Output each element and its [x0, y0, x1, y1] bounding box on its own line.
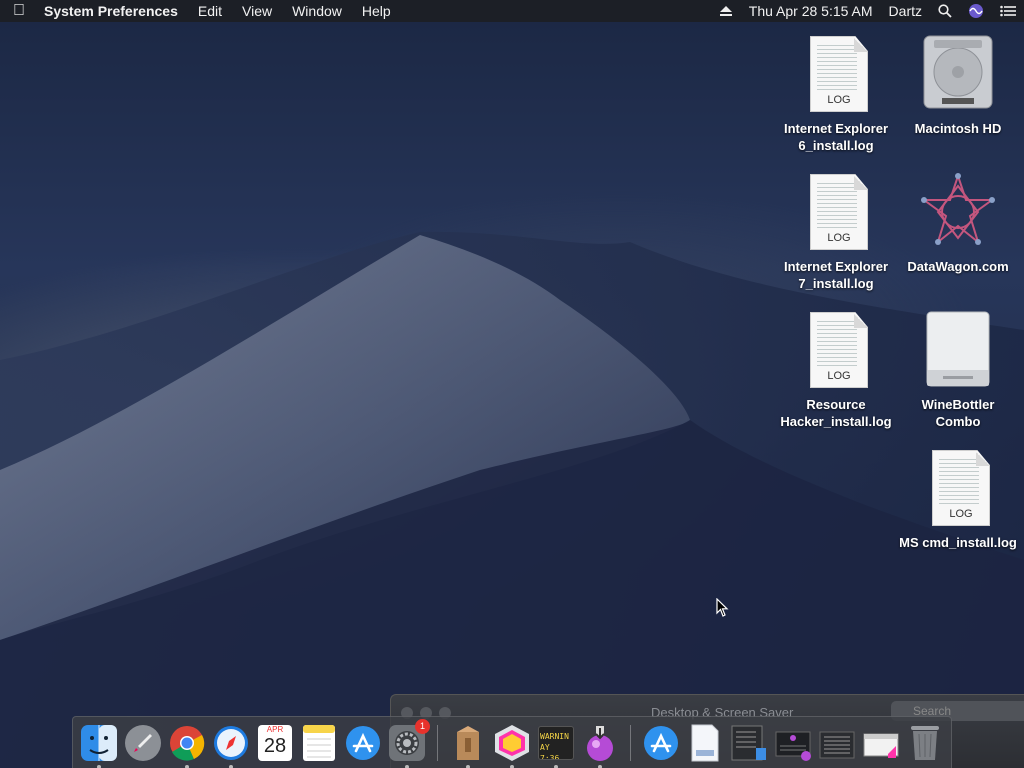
html-document-icon	[691, 724, 719, 761]
notification-center-icon[interactable]	[992, 5, 1024, 17]
desktop-icon-winebottler[interactable]: WineBottler Combo	[898, 310, 1018, 430]
trash-icon	[911, 725, 939, 760]
menu-edit[interactable]: Edit	[188, 0, 232, 22]
menu-help[interactable]: Help	[352, 0, 401, 22]
dock-minimized-window-2[interactable]	[817, 723, 857, 763]
desktop-icon-ie6-log[interactable]: LOG Internet Explorer 6_install.log	[776, 34, 896, 154]
grapher-icon	[495, 724, 529, 761]
dock-html-document[interactable]	[685, 723, 725, 763]
window-thumbnail-icon	[863, 733, 899, 758]
menubar-datetime[interactable]: Thu Apr 28 5:15 AM	[741, 0, 881, 22]
hard-drive-icon	[923, 34, 993, 114]
notification-badge: 1	[415, 718, 430, 734]
desktop-icon-ms-cmd-log[interactable]: LOG MS cmd_install.log	[898, 448, 1018, 551]
desktop-icon-label: MS cmd_install.log	[899, 535, 1017, 550]
app-store-icon	[644, 725, 678, 760]
calendar-icon: APR 28	[258, 724, 292, 761]
desktop-icon-datawagon[interactable]: DataWagon.com	[898, 172, 1018, 275]
dock-minimized-window-3[interactable]	[861, 723, 901, 763]
menu-bar:  System Preferences Edit View Window He…	[0, 0, 1024, 22]
app-store-icon	[346, 725, 380, 760]
dock-finder[interactable]	[79, 723, 119, 768]
package-box-icon	[457, 725, 479, 760]
log-file-icon: LOG	[804, 172, 868, 252]
datawagon-star-icon	[920, 172, 996, 252]
dock-calendar[interactable]: APR 28	[255, 723, 295, 763]
desktop-icon-resource-hacker-log[interactable]: LOG Resource Hacker_install.log	[776, 310, 896, 430]
log-file-icon: LOG	[804, 34, 868, 114]
apple-menu-icon[interactable]: 	[0, 2, 38, 20]
dock-grapher[interactable]	[492, 723, 532, 768]
desktop-icon-label: WineBottler Combo	[921, 397, 995, 429]
dock-console[interactable]: WARNIN AY 7:36	[536, 723, 576, 768]
eject-icon[interactable]	[711, 5, 741, 17]
external-drive-icon	[926, 310, 990, 390]
dock-downloads-stack[interactable]	[729, 723, 769, 763]
dock-system-preferences[interactable]: 1	[387, 718, 430, 768]
dock-safari[interactable]	[211, 723, 251, 768]
desktop-icon-label: Macintosh HD	[914, 121, 1002, 136]
console-icon: WARNIN AY 7:36	[538, 725, 574, 760]
siri-icon[interactable]	[960, 3, 992, 19]
desktop-icon-label: Internet Explorer 6_install.log	[783, 121, 889, 153]
notes-icon	[303, 724, 335, 761]
dock-minimized-window-1[interactable]	[773, 723, 813, 763]
desktop-icon-label: Resource Hacker_install.log	[780, 397, 892, 429]
dock-app-store[interactable]	[343, 723, 383, 763]
dock-chrome[interactable]	[167, 723, 207, 768]
spotlight-search-icon[interactable]	[930, 4, 960, 18]
dock-separator	[437, 724, 438, 761]
dock-separator	[630, 724, 631, 761]
installer-potion-icon	[587, 725, 613, 761]
log-file-icon: LOG	[926, 448, 990, 528]
chrome-icon	[170, 725, 205, 761]
downloads-stack-icon	[731, 725, 766, 760]
desktop-icon-label: Internet Explorer 7_install.log	[783, 259, 889, 291]
log-file-icon: LOG	[804, 310, 868, 390]
mouse-cursor-icon	[716, 598, 729, 617]
desktop-icon-ie7-log[interactable]: LOG Internet Explorer 7_install.log	[776, 172, 896, 292]
dock: APR 28 1 WARNIN AY 7:36	[72, 716, 952, 768]
dock-launchpad[interactable]	[123, 723, 163, 763]
menu-view[interactable]: View	[232, 0, 282, 22]
menu-app-name[interactable]: System Preferences	[38, 0, 188, 22]
launchpad-rocket-icon	[125, 724, 161, 761]
menu-window[interactable]: Window	[282, 0, 352, 22]
finder-icon	[81, 724, 117, 761]
dock-notes[interactable]	[299, 723, 339, 763]
dock-installer[interactable]	[580, 723, 620, 768]
desktop-icon-macintosh-hd[interactable]: Macintosh HD	[898, 34, 1018, 137]
dock-applications-folder[interactable]	[641, 723, 681, 763]
desktop-icon-label: DataWagon.com	[907, 259, 1009, 274]
menubar-user[interactable]: Dartz	[881, 0, 930, 22]
dock-box-app[interactable]	[448, 723, 488, 768]
dock-trash[interactable]	[905, 723, 945, 763]
safari-compass-icon	[214, 725, 248, 760]
window-thumbnail-icon	[775, 731, 811, 761]
window-thumbnail-icon	[819, 731, 855, 758]
